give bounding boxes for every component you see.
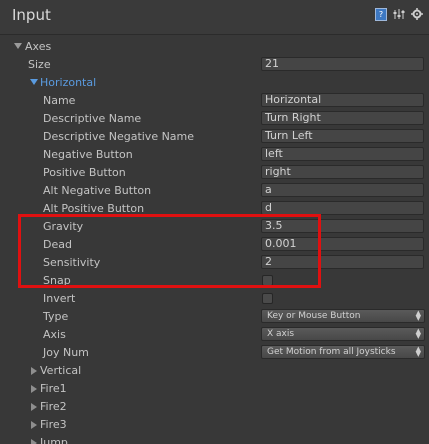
dropdown-arrows-icon: ▲ ▼ [415, 309, 421, 322]
alt-negative-button-input[interactable]: a [261, 183, 424, 197]
fire1-label: Fire1 [40, 382, 67, 395]
horizontal-label: Horizontal [40, 76, 97, 89]
alt-negative-button-label: Alt Negative Button [43, 184, 152, 197]
alt-negative-button-row: Alt Negative Button a [0, 182, 429, 200]
help-book-icon[interactable]: ? [375, 7, 387, 21]
size-label: Size [28, 58, 51, 71]
negative-button-input[interactable]: left [261, 147, 424, 161]
fire2-foldout[interactable]: Fire2 [0, 398, 429, 416]
horizontal-foldout[interactable]: Horizontal [0, 74, 429, 92]
jump-foldout[interactable]: Jump [0, 434, 429, 444]
axes-foldout[interactable]: Axes [0, 38, 429, 56]
descriptive-name-row: Descriptive Name Turn Right [0, 110, 429, 128]
positive-button-label: Positive Button [43, 166, 126, 179]
collapsed-arrow-icon[interactable] [31, 385, 37, 393]
fire3-label: Fire3 [40, 418, 67, 431]
joy-num-label: Joy Num [43, 346, 89, 359]
collapsed-arrow-icon[interactable] [31, 367, 37, 375]
size-input[interactable]: 21 [261, 57, 424, 71]
joy-num-dropdown[interactable]: Get Motion from all Joysticks ▲ ▼ [261, 345, 425, 359]
settings-gear-icon[interactable] [411, 8, 423, 20]
positive-button-row: Positive Button right [0, 164, 429, 182]
window-title: Input [12, 6, 51, 24]
preset-sliders-icon[interactable] [393, 8, 405, 20]
collapsed-arrow-icon[interactable] [31, 421, 37, 429]
invert-checkbox[interactable] [262, 293, 273, 304]
descriptive-negative-name-label: Descriptive Negative Name [43, 130, 195, 143]
descriptive-negative-name-input[interactable]: Turn Left [261, 129, 424, 143]
size-row: Size 21 [0, 56, 429, 74]
fire1-foldout[interactable]: Fire1 [0, 380, 429, 398]
collapsed-arrow-icon[interactable] [31, 439, 37, 444]
descriptive-negative-name-row: Descriptive Negative Name Turn Left [0, 128, 429, 146]
expand-arrow-icon[interactable] [14, 43, 22, 49]
descriptive-name-label: Descriptive Name [43, 112, 142, 125]
joy-num-row: Joy Num Get Motion from all Joysticks ▲ ▼ [0, 344, 429, 362]
type-row: Type Key or Mouse Button ▲ ▼ [0, 308, 429, 326]
joy-num-value: Get Motion from all Joysticks [267, 347, 396, 357]
expand-arrow-icon[interactable] [30, 79, 38, 85]
header-icons: ? [375, 7, 423, 21]
inspector-header: Input ? [0, 0, 429, 35]
fire2-label: Fire2 [40, 400, 67, 413]
negative-button-label: Negative Button [43, 148, 133, 161]
dropdown-arrows-icon: ▲ ▼ [415, 327, 421, 340]
name-label: Name [43, 94, 76, 107]
annotation-highlight-box [18, 214, 321, 288]
type-dropdown[interactable]: Key or Mouse Button ▲ ▼ [261, 309, 425, 323]
axes-label: Axes [25, 40, 52, 53]
descriptive-name-input[interactable]: Turn Right [261, 111, 424, 125]
type-value: Key or Mouse Button [267, 311, 361, 321]
jump-label: Jump [40, 436, 68, 444]
invert-label: Invert [43, 292, 76, 305]
dropdown-arrows-icon: ▲ ▼ [415, 345, 421, 358]
vertical-label: Vertical [40, 364, 82, 377]
alt-positive-button-input[interactable]: d [261, 201, 424, 215]
axis-label: Axis [43, 328, 66, 341]
type-label: Type [43, 310, 69, 323]
name-input[interactable]: Horizontal [261, 93, 424, 107]
axis-value: X axis [267, 329, 295, 339]
positive-button-input[interactable]: right [261, 165, 424, 179]
axis-dropdown[interactable]: X axis ▲ ▼ [261, 327, 425, 341]
name-row: Name Horizontal [0, 92, 429, 110]
fire3-foldout[interactable]: Fire3 [0, 416, 429, 434]
collapsed-arrow-icon[interactable] [31, 403, 37, 411]
axis-row: Axis X axis ▲ ▼ [0, 326, 429, 344]
negative-button-row: Negative Button left [0, 146, 429, 164]
vertical-foldout[interactable]: Vertical [0, 362, 429, 380]
invert-row: Invert [0, 290, 429, 308]
